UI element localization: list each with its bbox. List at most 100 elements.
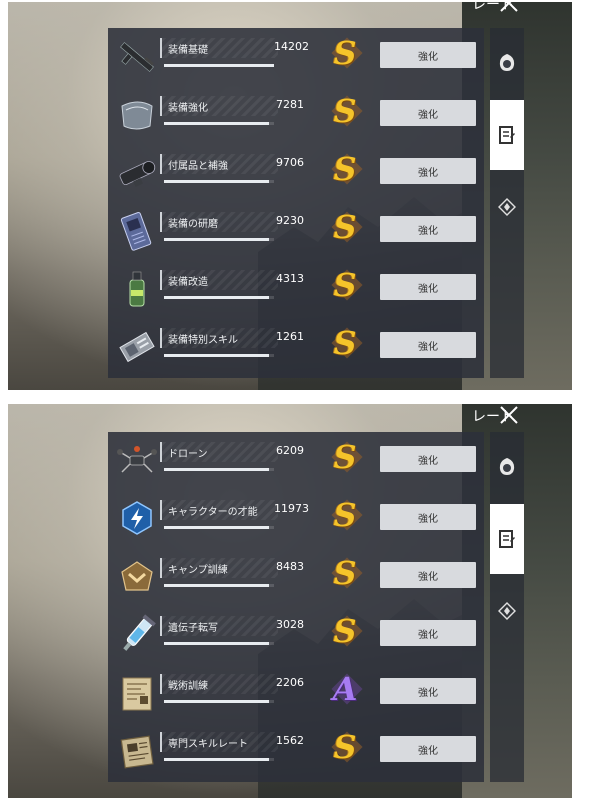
spray-can-icon: [129, 271, 145, 307]
upgrade-button[interactable]: 強化: [380, 158, 476, 184]
grade-badge: A: [330, 670, 363, 710]
upgrade-button[interactable]: 強化: [380, 562, 476, 588]
item-progress-bar: [164, 468, 274, 471]
list-item: キャラクターの才能 11973 S 強化: [108, 490, 484, 548]
item-name-plate: 装備特別スキル: [160, 328, 278, 348]
item-value: 4313: [276, 272, 304, 285]
grade-badge: S: [330, 150, 363, 190]
item-value: 1261: [276, 330, 304, 343]
item-name: 装備改造: [168, 277, 208, 288]
armor-plate-icon: [121, 101, 153, 130]
diamond-emblem-icon: [498, 198, 516, 216]
hood-icon: [499, 458, 515, 475]
item-name: 装備特別スキル: [168, 335, 238, 346]
item-name-plate: ドローン: [160, 442, 278, 462]
upgrade-button[interactable]: 強化: [380, 504, 476, 530]
upgrade-button[interactable]: 強化: [380, 332, 476, 358]
grade-badge: S: [330, 438, 363, 478]
grade-letter: S: [333, 92, 357, 130]
close-icon[interactable]: [498, 2, 520, 14]
upgrade-button[interactable]: 強化: [380, 216, 476, 242]
module-icon: [119, 331, 155, 363]
item-name: 装備基礎: [168, 45, 208, 56]
item-name: 戦術訓練: [168, 681, 208, 692]
grade-letter: S: [333, 612, 357, 650]
upgrade-button[interactable]: 強化: [380, 736, 476, 762]
item-value: 7281: [276, 98, 304, 111]
upgrade-button[interactable]: 強化: [380, 620, 476, 646]
list-item: 装備改造 4313 S 強化: [108, 260, 484, 318]
syringe-icon: [123, 614, 156, 651]
item-name: キャンプ訓練: [168, 565, 228, 576]
list-item: 装備特別スキル 1261 S 強化: [108, 318, 484, 376]
item-value: 6209: [276, 444, 304, 457]
item-progress-bar: [164, 584, 274, 587]
document-edit-icon: [499, 530, 515, 548]
grade-letter: S: [333, 496, 357, 534]
item-progress-bar: [164, 122, 274, 125]
side-tab-bar: [490, 28, 524, 378]
map-scroll-icon: [122, 677, 152, 711]
item-name: キャラクターの才能: [168, 507, 258, 518]
book-icon: [120, 735, 154, 769]
item-name: 付属品と補強: [168, 161, 228, 172]
item-name-plate: 戦術訓練: [160, 674, 278, 694]
item-value: 11973: [274, 502, 309, 515]
rating-panel-bottom: レート ドローン 6209 S 強化 キャラクターの才能 11973 S 強化 …: [8, 404, 572, 798]
tab-base[interactable]: [490, 172, 524, 242]
tab-base[interactable]: [490, 576, 524, 646]
item-progress-bar: [164, 238, 274, 241]
upgrade-button[interactable]: 強化: [380, 678, 476, 704]
item-progress-bar: [164, 296, 274, 299]
grade-letter: S: [333, 266, 357, 304]
diamond-emblem-icon: [498, 602, 516, 620]
item-value: 8483: [276, 560, 304, 573]
list-item: 付属品と補強 9706 S 強化: [108, 144, 484, 202]
grade-badge: S: [330, 554, 363, 594]
item-progress-bar: [164, 758, 274, 761]
tab-rating[interactable]: [490, 100, 524, 170]
grade-badge: S: [330, 612, 363, 652]
chip-icon: [120, 212, 152, 251]
item-progress-bar: [164, 64, 274, 67]
tab-character[interactable]: [490, 28, 524, 98]
list-item: 装備基礎 14202 S 強化: [108, 28, 484, 86]
close-icon[interactable]: [498, 404, 520, 426]
item-value: 14202: [274, 40, 309, 53]
grade-letter: S: [333, 34, 357, 72]
drone-icon: [117, 446, 157, 473]
item-name: 装備強化: [168, 103, 208, 114]
item-name-plate: 付属品と補強: [160, 154, 278, 174]
item-name: 装備の研磨: [168, 219, 218, 230]
item-name-plate: 装備改造: [160, 270, 278, 290]
item-value: 2206: [276, 676, 304, 689]
grade-letter: S: [333, 554, 357, 592]
tab-rating[interactable]: [490, 504, 524, 574]
upgrade-button[interactable]: 強化: [380, 446, 476, 472]
list-item: 遺伝子転写 3028 S 強化: [108, 606, 484, 664]
item-name: 遺伝子転写: [168, 623, 218, 634]
list-item: ドローン 6209 S 強化: [108, 432, 484, 490]
item-progress-bar: [164, 180, 274, 183]
grade-badge: S: [330, 208, 363, 248]
item-value: 9230: [276, 214, 304, 227]
grade-letter: S: [333, 150, 357, 188]
list-item: 装備強化 7281 S 強化: [108, 86, 484, 144]
item-progress-bar: [164, 354, 274, 357]
lightning-badge-icon: [122, 501, 152, 535]
item-value: 9706: [276, 156, 304, 169]
grade-badge: S: [330, 324, 363, 364]
upgrade-button[interactable]: 強化: [380, 274, 476, 300]
upgrade-button[interactable]: 強化: [380, 42, 476, 68]
grade-letter: S: [333, 208, 357, 246]
scope-icon: [119, 161, 156, 187]
rating-list: ドローン 6209 S 強化 キャラクターの才能 11973 S 強化 キャンプ…: [108, 432, 484, 782]
upgrade-button[interactable]: 強化: [380, 100, 476, 126]
chevron-badge-icon: [121, 561, 153, 591]
grade-badge: S: [330, 496, 363, 536]
item-name-plate: 装備の研磨: [160, 212, 278, 232]
grade-badge: S: [330, 34, 363, 74]
list-item: キャンプ訓練 8483 S 強化: [108, 548, 484, 606]
grade-letter: S: [333, 324, 357, 362]
tab-character[interactable]: [490, 432, 524, 502]
